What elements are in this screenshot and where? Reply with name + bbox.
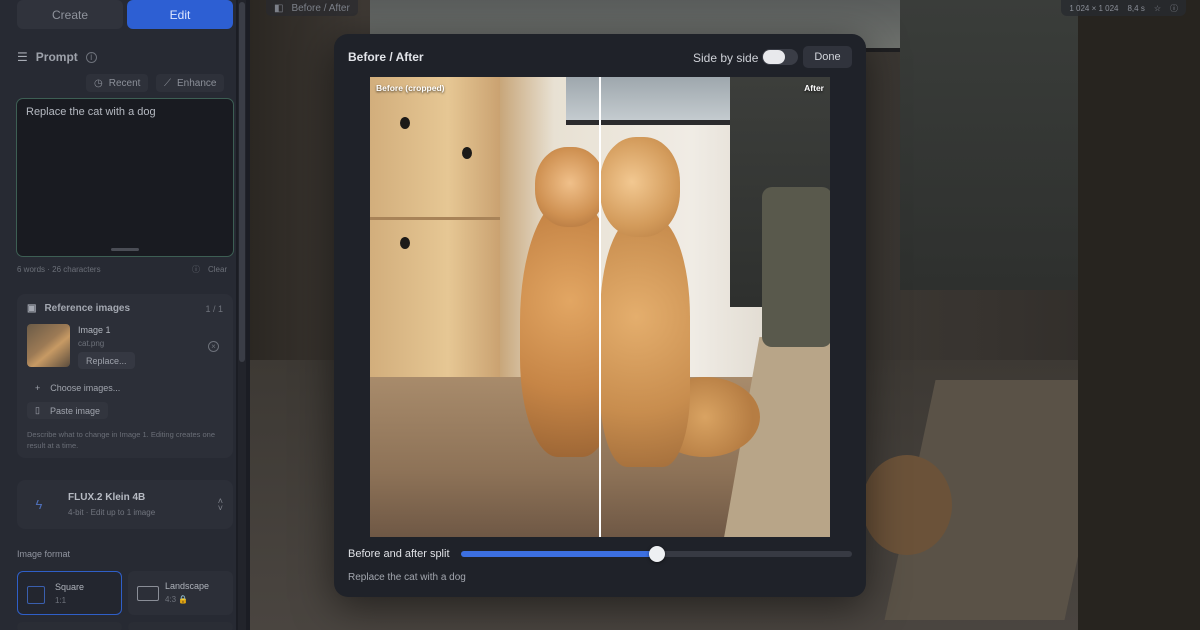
dog-head xyxy=(600,137,680,237)
split-divider[interactable] xyxy=(599,77,601,537)
info-icon[interactable]: i xyxy=(85,51,97,63)
mode-switch: Create Edit xyxy=(17,0,233,29)
choose-images-button[interactable]: + Choose images... xyxy=(27,379,128,396)
format-option-more[interactable] xyxy=(128,622,233,630)
format-name: Square xyxy=(55,582,85,592)
format-square[interactable]: Square 1:1 xyxy=(17,571,122,615)
tab-edit[interactable]: Edit xyxy=(127,0,233,29)
format-landscape[interactable]: Landscape 4:3 🔒 xyxy=(128,571,233,615)
format-ratio: 4:3 🔒 xyxy=(165,595,189,604)
toggle-knob xyxy=(763,50,785,64)
recent-label: Recent xyxy=(108,77,141,89)
side-by-side-toggle[interactable] xyxy=(762,49,798,65)
split-slider-label: Before and after split xyxy=(348,548,450,560)
format-name: Landscape xyxy=(165,581,210,591)
clear-label: Clear xyxy=(208,265,228,274)
side-by-side-label: Side by side xyxy=(693,51,759,65)
info-icon[interactable]: ⓘ xyxy=(1170,3,1178,14)
clear-button[interactable]: ⓘ Clear xyxy=(192,264,227,275)
format-option-more[interactable] xyxy=(17,622,122,630)
split-slider[interactable] xyxy=(461,546,852,562)
recent-button[interactable]: ◷ Recent xyxy=(86,74,149,92)
scrollbar-thumb[interactable] xyxy=(239,2,245,362)
plus-icon: + xyxy=(35,382,41,393)
after-tag: After xyxy=(804,83,824,93)
remove-icon[interactable]: × xyxy=(208,341,219,352)
prompt-title: Prompt xyxy=(35,50,78,64)
paste-label: Paste image xyxy=(49,405,100,416)
view-mode-label: Before / After xyxy=(291,2,350,14)
prompt-caption: Replace the cat with a dog xyxy=(348,572,466,583)
reference-hint: Describe what to change in Image 1. Edit… xyxy=(27,430,216,450)
reference-count: 1 / 1 xyxy=(205,304,223,314)
square-icon xyxy=(27,586,45,604)
comparison-viewer[interactable]: Before (cropped) After xyxy=(370,77,830,537)
image-format-label: Image format xyxy=(17,549,71,559)
prompt-counts: 6 words · 26 characters xyxy=(17,265,101,274)
viewer-backpack xyxy=(762,187,830,347)
reference-image-file: cat.png xyxy=(78,339,105,348)
reference-image-name: Image 1 xyxy=(78,325,111,335)
sidebar: Create Edit ☰ Prompt i ◷ Recent ⟋ Enhanc… xyxy=(0,0,236,630)
reference-images-card: ▣ Reference images 1 / 1 Image 1 cat.png… xyxy=(17,294,233,458)
before-tag: Before (cropped) xyxy=(376,83,445,93)
star-icon[interactable]: ☆ xyxy=(1154,4,1161,13)
split-view-icon: ◧ xyxy=(274,2,284,14)
enhance-label: Enhance xyxy=(177,77,217,89)
reference-header: ▣ Reference images xyxy=(27,303,130,314)
scene-blanket xyxy=(900,0,1080,290)
reference-thumbnail[interactable] xyxy=(27,324,70,367)
dialog-title: Before / After xyxy=(348,50,424,64)
lines-icon: ☰ xyxy=(17,50,28,64)
wand-icon: ⟋ xyxy=(164,77,171,89)
reference-title: Reference images xyxy=(44,303,131,314)
clock-icon: ◷ xyxy=(94,77,103,89)
cat-head xyxy=(535,147,600,227)
prompt-header: ☰ Prompt i xyxy=(17,50,97,64)
landscape-icon xyxy=(137,586,159,601)
clipboard-icon: ▯ xyxy=(35,405,40,415)
replace-button[interactable]: Replace... xyxy=(78,352,135,369)
images-icon: ▣ xyxy=(27,303,37,314)
resize-handle[interactable] xyxy=(111,248,139,251)
dog-body xyxy=(600,217,690,467)
split-slider-fill xyxy=(461,551,657,557)
generation-time: 8,4 s xyxy=(1127,3,1145,13)
split-slider-thumb[interactable] xyxy=(648,546,665,562)
chevron-updown-icon: ˄ ˅ xyxy=(217,496,223,513)
model-name: FLUX.2 Klein 4B xyxy=(68,492,146,503)
info-icon: ⓘ xyxy=(192,265,200,274)
view-mode-pill[interactable]: ◧ Before / After xyxy=(266,0,358,16)
image-size: 1 024 × 1 024 xyxy=(1069,3,1119,13)
sidebar-scrollbar[interactable] xyxy=(238,0,246,630)
prompt-input[interactable]: Replace the cat with a dog xyxy=(16,98,234,257)
before-image-half xyxy=(370,77,600,537)
model-subtitle: 4-bit · Edit up to 1 image xyxy=(68,508,156,517)
tab-create[interactable]: Create xyxy=(17,0,123,29)
image-meta: 1 024 × 1 024 8,4 s ☆ ⓘ xyxy=(1061,0,1186,16)
model-selector[interactable]: ϟ FLUX.2 Klein 4B 4-bit · Edit up to 1 i… xyxy=(17,480,233,529)
before-after-dialog: Before / After Side by side Done Before … xyxy=(334,34,866,597)
enhance-button[interactable]: ⟋ Enhance xyxy=(156,74,225,92)
cat-body xyxy=(520,197,600,457)
bolt-icon: ϟ xyxy=(35,496,43,512)
scene-edge xyxy=(1078,0,1200,630)
choose-label: Choose images... xyxy=(50,382,121,393)
paste-image-button[interactable]: ▯ Paste image xyxy=(27,402,108,419)
done-button[interactable]: Done xyxy=(803,46,852,68)
format-ratio: 1:1 xyxy=(55,596,67,605)
scene-tail xyxy=(862,455,952,555)
